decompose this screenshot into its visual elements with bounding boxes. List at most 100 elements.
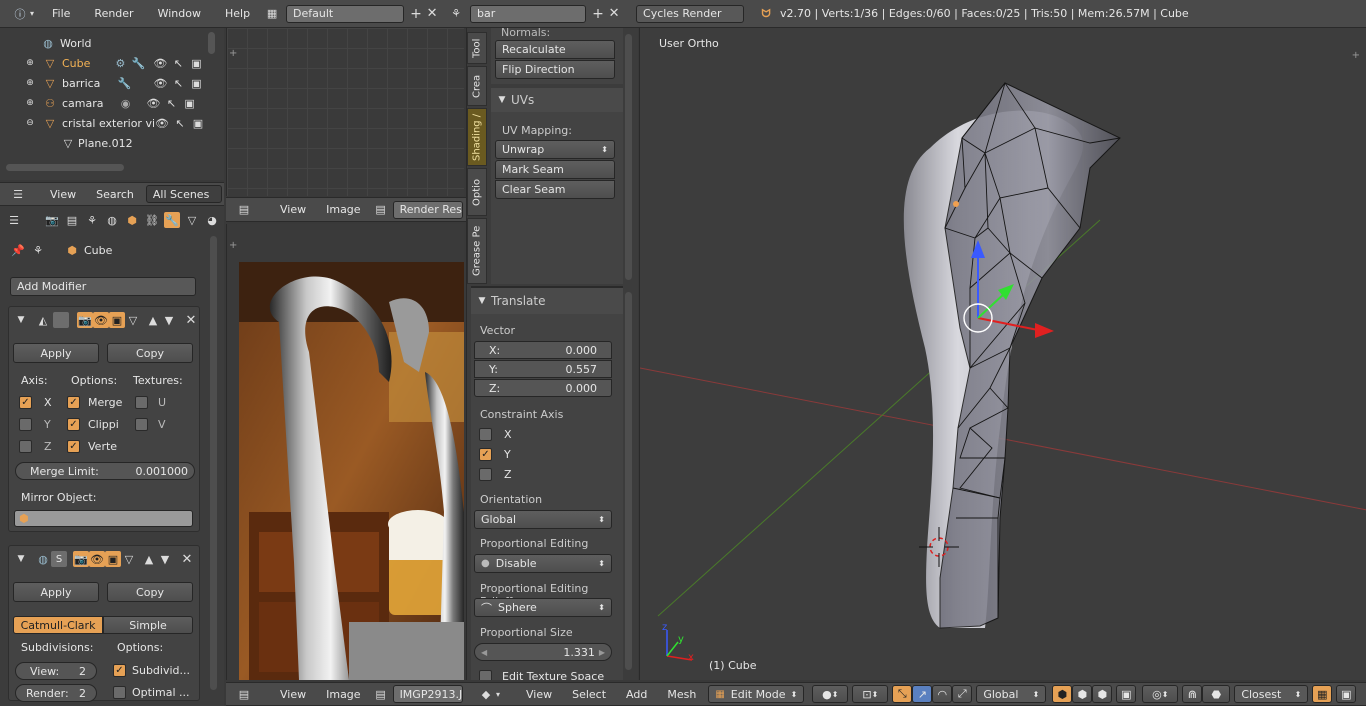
- manipulator-toggle[interactable]: ⤡: [892, 685, 913, 703]
- collapse-icon[interactable]: ▼: [13, 551, 29, 567]
- 3d-viewport[interactable]: User Ortho + z y x (1) Cube: [639, 28, 1366, 680]
- expand-icon[interactable]: ⊖: [22, 115, 38, 131]
- occlude-geometry-button[interactable]: ▣: [1116, 685, 1137, 703]
- cursor-icon[interactable]: ↖: [172, 115, 188, 131]
- image-editor-image-menu[interactable]: Image: [320, 688, 366, 701]
- snap-target-select[interactable]: Closest ⬍: [1234, 685, 1309, 703]
- translate-manipulator-button[interactable]: ↗: [912, 685, 933, 703]
- image-editor-view-menu[interactable]: View: [274, 688, 312, 701]
- image-editor-image-menu[interactable]: Image: [320, 203, 366, 216]
- image-editor-top[interactable]: +: [226, 28, 464, 196]
- cage-toggle-icon[interactable]: ▽: [125, 312, 141, 328]
- screen-layout-field[interactable]: Default: [286, 4, 405, 23]
- expand-icon[interactable]: ⊕: [22, 75, 38, 91]
- outliner-editor-icon[interactable]: ☰: [10, 186, 26, 202]
- mode-select[interactable]: ▦ Edit Mode ⬍: [708, 685, 805, 703]
- close-scene-icon[interactable]: ✕: [606, 6, 622, 22]
- camera-render-icon[interactable]: ▣: [188, 75, 204, 91]
- outliner-filter-select[interactable]: All Scenes: [145, 185, 222, 203]
- cursor-icon[interactable]: ↖: [170, 75, 186, 91]
- operator-panel-header[interactable]: ▼ Translate: [471, 288, 623, 314]
- menu-file[interactable]: File: [46, 7, 76, 20]
- merge-checkbox[interactable]: ✓: [67, 396, 80, 409]
- render-levels-field[interactable]: Render: 2: [15, 684, 97, 702]
- add-screen-icon[interactable]: +: [408, 6, 424, 22]
- material-tab-icon[interactable]: ◕: [204, 212, 220, 228]
- outliner-search-menu[interactable]: Search: [90, 188, 140, 201]
- mark-seam-button[interactable]: Mark Seam: [495, 160, 615, 179]
- constraint-x-checkbox[interactable]: [479, 428, 492, 441]
- modifier-name-field[interactable]: S: [51, 551, 67, 567]
- camera-render-icon[interactable]: ▣: [182, 95, 198, 111]
- toolshelf-scrollbar[interactable]: [625, 34, 632, 280]
- outliner-row-cristal[interactable]: ⊖ ▽ cristal exterior vi 👁 ↖ ▣: [0, 113, 222, 133]
- image-editor-icon[interactable]: ▤: [236, 686, 252, 702]
- editor-type-icon[interactable]: ◆: [478, 686, 494, 702]
- pivot-select[interactable]: ⊡ ⬍: [852, 685, 889, 703]
- scene-tab-icon[interactable]: ⚘: [84, 212, 100, 228]
- snap-toggle[interactable]: ⋒: [1182, 685, 1203, 703]
- viewport-view-menu[interactable]: View: [520, 688, 558, 701]
- outliner-row-cube[interactable]: ⊕ ▽ Cube ⚙ 🔧 👁 ↖ ▣: [0, 53, 222, 73]
- clear-seam-button[interactable]: Clear Seam: [495, 180, 615, 199]
- shading-select[interactable]: ● ⬍: [812, 685, 849, 703]
- image-editor-view-menu[interactable]: View: [274, 203, 312, 216]
- move-down-icon[interactable]: ▼: [157, 551, 173, 567]
- render-preview-button[interactable]: ▣: [1336, 685, 1357, 703]
- pin-icon[interactable]: 📌: [10, 242, 26, 258]
- subsurf-copy-button[interactable]: Copy: [107, 582, 193, 602]
- mirror-object-field[interactable]: ⬢: [14, 510, 193, 527]
- view-levels-field[interactable]: View: 2: [15, 662, 97, 680]
- info-icon[interactable]: ⓘ: [12, 6, 28, 22]
- data-tab-icon[interactable]: ▽: [184, 212, 200, 228]
- tab-options[interactable]: Optio: [467, 168, 487, 216]
- remove-modifier-icon[interactable]: ✕: [179, 551, 195, 567]
- tab-grease-pencil[interactable]: Grease Pe: [467, 218, 487, 284]
- add-modifier-select[interactable]: Add Modifier: [10, 277, 196, 296]
- wrench-icon[interactable]: 🔧: [130, 55, 146, 71]
- snap-element-select[interactable]: ⬣: [1202, 685, 1231, 703]
- unwrap-select[interactable]: Unwrap ⬍: [495, 140, 615, 159]
- image-browse-icon[interactable]: ▤: [373, 202, 389, 218]
- flip-direction-button[interactable]: Flip Direction: [495, 60, 615, 79]
- render-tab-icon[interactable]: 📷: [44, 212, 60, 228]
- wrench-icon[interactable]: 🔧: [116, 75, 132, 91]
- face-select-mode-button[interactable]: ⬢: [1092, 685, 1113, 703]
- cursor-icon[interactable]: ↖: [164, 95, 180, 111]
- render-engine-select[interactable]: Cycles Render: [636, 4, 745, 23]
- mirror-apply-button[interactable]: Apply: [13, 343, 99, 363]
- area-corner-icon[interactable]: +: [229, 240, 237, 251]
- viewport-select-menu[interactable]: Select: [566, 688, 612, 701]
- viewport-add-menu[interactable]: Add: [620, 688, 653, 701]
- editmode-toggle-icon[interactable]: ▣: [105, 551, 121, 567]
- clipping-checkbox[interactable]: ✓: [67, 418, 80, 431]
- transform-orientation-select[interactable]: Global ⬍: [976, 685, 1047, 703]
- edit-texture-space-checkbox[interactable]: [479, 670, 492, 680]
- mirror-copy-button[interactable]: Copy: [107, 343, 193, 363]
- rotate-manipulator-button[interactable]: ◠: [932, 685, 953, 703]
- cursor-icon[interactable]: ↖: [170, 55, 186, 71]
- operator-scrollbar[interactable]: [625, 292, 632, 670]
- layers-tab-icon[interactable]: ▤: [64, 212, 80, 228]
- tex-u-checkbox[interactable]: [135, 396, 148, 409]
- image-editor-bottom[interactable]: +: [226, 224, 464, 680]
- image-name-field[interactable]: IMGP2913.J: [392, 685, 463, 703]
- area-corner-icon[interactable]: +: [229, 48, 237, 59]
- collapse-icon[interactable]: ▼: [13, 312, 29, 328]
- outliner-vscrollbar[interactable]: [208, 32, 215, 54]
- scene-field[interactable]: bar: [470, 4, 587, 23]
- outliner-view-menu[interactable]: View: [44, 188, 82, 201]
- outliner-row-world[interactable]: ◍ World: [0, 33, 222, 53]
- catmull-clark-button[interactable]: Catmull-Clark: [13, 616, 103, 634]
- axis-y-checkbox[interactable]: [19, 418, 32, 431]
- expand-icon[interactable]: ⊕: [22, 55, 38, 71]
- expand-icon[interactable]: ⊕: [22, 95, 38, 111]
- axis-x-checkbox[interactable]: ✓: [19, 396, 32, 409]
- remove-modifier-icon[interactable]: ✕: [183, 312, 199, 328]
- tab-create[interactable]: Crea: [467, 66, 487, 106]
- axis-z-checkbox[interactable]: [19, 440, 32, 453]
- object-tab-icon[interactable]: ⬢: [124, 212, 140, 228]
- move-up-icon[interactable]: ▲: [141, 551, 157, 567]
- outliner-row-plane012[interactable]: ▽ Plane.012: [0, 133, 222, 153]
- constraint-y-checkbox[interactable]: ✓: [479, 448, 492, 461]
